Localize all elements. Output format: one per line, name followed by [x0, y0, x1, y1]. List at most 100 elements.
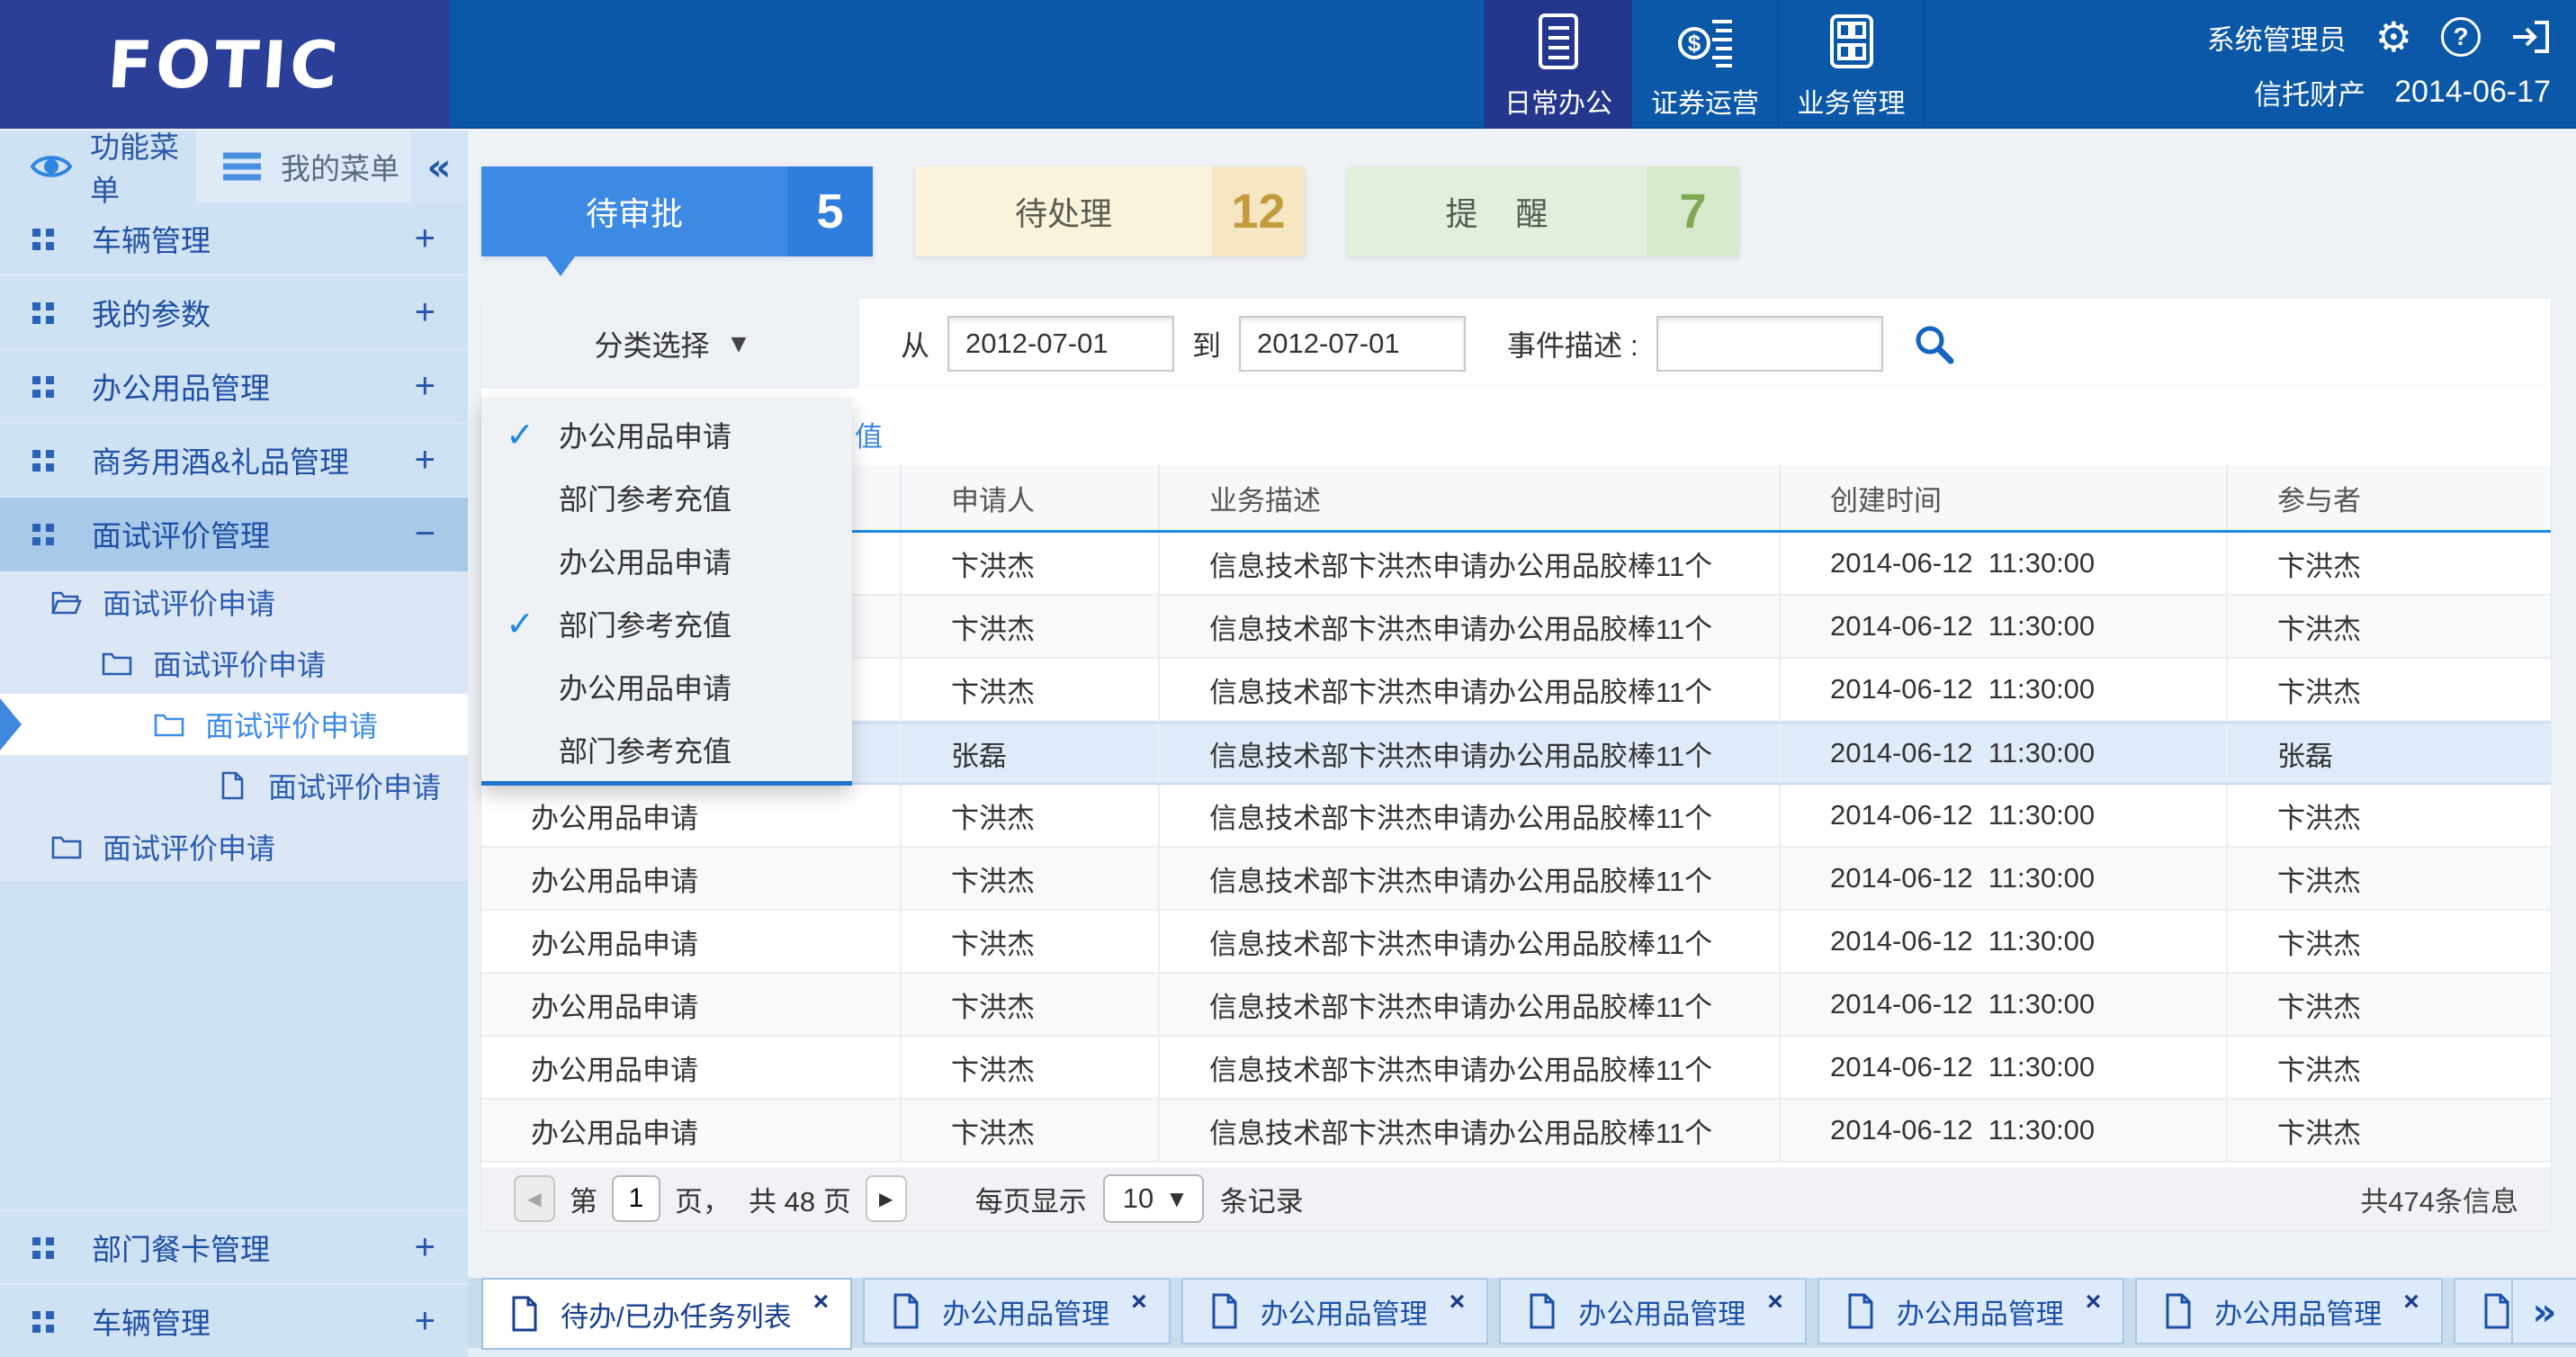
event-desc-input[interactable] — [1656, 316, 1883, 372]
close-icon[interactable]: × — [1450, 1287, 1466, 1317]
dropdown-item[interactable]: ✓ 部门参考充值 — [481, 466, 852, 529]
left-sidebar: 功能菜单 我的菜单 « 车辆管理 + 我的参数 + 办公用品管理 + — [0, 130, 468, 1357]
cell-applicant: 卞洪杰 — [900, 911, 1158, 972]
tree-node-icon — [101, 649, 133, 678]
expand-toggle-icon[interactable]: + — [415, 440, 435, 481]
from-date-input[interactable] — [947, 316, 1174, 372]
close-icon[interactable]: × — [1767, 1287, 1783, 1317]
tree-item[interactable]: 面试评价申请 — [0, 694, 468, 755]
bottom-tab[interactable]: 待办/已办任务列表 × — [481, 1278, 852, 1350]
sidebar-tab-function-menu[interactable]: 功能菜单 — [0, 130, 196, 202]
file-icon — [2164, 1293, 2193, 1329]
dropdown-item-label: 办公用品申请 — [559, 540, 732, 581]
expand-toggle-icon[interactable]: + — [415, 292, 435, 333]
tree-item[interactable]: 面试评价申请 — [0, 571, 468, 633]
table-row[interactable]: 办公用品申请 卞洪杰 信息技术部卞洪杰申请办公用品胶棒11个 2014-06-1… — [481, 1100, 2551, 1163]
dropdown-item[interactable]: ✓ 办公用品申请 — [481, 403, 852, 466]
reminder-card[interactable]: 提 醒 7 — [1347, 166, 1739, 256]
to-date-input[interactable] — [1239, 316, 1466, 372]
dropdown-item[interactable]: ✓ 部门参考充值 — [481, 718, 852, 781]
search-button[interactable] — [1910, 320, 1957, 367]
close-icon[interactable]: × — [2403, 1287, 2419, 1317]
drag-handle-icon — [31, 1236, 54, 1259]
sidebar-tab-my-menu[interactable]: 我的菜单 — [196, 130, 410, 202]
tree-item[interactable]: 面试评价申请 — [0, 816, 468, 877]
sidebar-menu-item[interactable]: 商务用酒&礼品管理 + — [0, 424, 468, 498]
card-label: 提 醒 — [1347, 166, 1647, 256]
table-row[interactable]: 办公用品申请 卞洪杰 信息技术部卞洪杰申请办公用品胶棒11个 2014-06-1… — [481, 974, 2551, 1037]
bottom-tab[interactable]: 办公用品管理 × — [1818, 1278, 2125, 1344]
top-nav-tab[interactable]: $ 日常办公 — [1485, 0, 1631, 129]
file-icon — [1846, 1293, 1875, 1329]
dropdown-item-label: 办公用品申请 — [559, 666, 732, 707]
user-row-top: 系统管理员 ⚙ ? — [2207, 16, 2551, 58]
more-tabs-button[interactable]: » — [2511, 1278, 2576, 1344]
dropdown-item[interactable]: ✓ 部门参考充值 — [481, 592, 852, 655]
cell-created-time: 2014-06-12 11:30:00 — [1779, 659, 2226, 720]
expand-toggle-icon[interactable]: − — [415, 514, 435, 554]
expand-toggle-icon[interactable]: + — [415, 1301, 435, 1342]
tree-item[interactable]: 面试评价申请 — [0, 755, 468, 816]
sidebar-collapse-button[interactable]: « — [410, 130, 468, 202]
top-nav-tab[interactable]: $ 业务管理 — [1778, 0, 1925, 129]
cell-applicant: 卞洪杰 — [900, 659, 1158, 720]
column-header-participant: 参与者 — [2226, 465, 2551, 530]
user-org: 信托财产 — [2254, 72, 2365, 112]
bottom-tab[interactable]: 办公用品管理 × — [1499, 1278, 1807, 1344]
cell-description: 信息技术部卞洪杰申请办公用品胶棒11个 — [1158, 911, 1779, 972]
pending-process-card[interactable]: 待处理 12 — [915, 166, 1305, 256]
sidebar-menu-item[interactable]: 车辆管理 + — [0, 1283, 468, 1357]
bottom-tab-label: 待办/已办任务列表 — [561, 1294, 792, 1335]
event-desc-label: 事件描述 : — [1507, 323, 1638, 364]
card-count: 7 — [1647, 166, 1739, 256]
menu-item-label: 商务用酒&礼品管理 — [92, 438, 415, 481]
close-icon[interactable]: × — [813, 1287, 830, 1317]
current-date: 2014-06-17 — [2394, 75, 2551, 110]
nav-tab-label: 业务管理 — [1798, 81, 1906, 121]
sidebar-tab-label: 我的菜单 — [281, 145, 399, 188]
cell-description: 信息技术部卞洪杰申请办公用品胶棒11个 — [1158, 848, 1779, 909]
bottom-tab[interactable]: 办公用品管理 × — [2135, 1278, 2443, 1344]
logout-icon[interactable] — [2509, 17, 2551, 57]
pending-approval-card[interactable]: 待审批 5 — [481, 166, 873, 256]
bottom-tab[interactable]: 办公用品管理 × — [863, 1278, 1171, 1344]
cell-participant: 张磊 — [2226, 723, 2551, 783]
menu-item-label: 车辆管理 — [92, 1299, 415, 1343]
bottom-tabs: 待办/已办任务列表 × 办公用品管理 × 办公用品管理 × — [481, 1278, 2576, 1350]
sidebar-menu-top: 车辆管理 + 我的参数 + 办公用品管理 + 商务用酒&礼品管理 + 面试评价管… — [0, 202, 468, 571]
page-number-input[interactable] — [612, 1175, 660, 1222]
dropdown-item[interactable]: ✓ 办公用品申请 — [481, 529, 852, 592]
tree-item[interactable]: 面试评价申请 — [0, 633, 468, 694]
nav-tab-label: 证券运营 — [1651, 81, 1759, 121]
sidebar-menu-item[interactable]: 办公用品管理 + — [0, 350, 468, 424]
settings-gear-icon[interactable]: ⚙ — [2375, 16, 2412, 58]
sidebar-tab-label: 功能菜单 — [90, 123, 196, 210]
from-label: 从 — [901, 323, 929, 364]
cell-applicant: 卞洪杰 — [900, 533, 1158, 594]
close-icon[interactable]: × — [1131, 1287, 1147, 1317]
per-page-select[interactable]: 10 ▼ — [1103, 1174, 1204, 1223]
drag-handle-icon — [31, 448, 54, 472]
sidebar-menu-item[interactable]: 面试评价管理 − — [0, 498, 468, 571]
expand-toggle-icon[interactable]: + — [415, 219, 435, 259]
close-icon[interactable]: × — [2086, 1287, 2102, 1317]
sidebar-menu-item[interactable]: 我的参数 + — [0, 276, 468, 350]
sidebar-menu-item[interactable]: 车辆管理 + — [0, 202, 468, 276]
category-select[interactable]: 分类选择 ▼ — [481, 299, 859, 389]
dropdown-item-label: 部门参考充值 — [559, 477, 732, 518]
expand-toggle-icon[interactable]: + — [415, 1227, 435, 1268]
next-page-button[interactable]: ▶ — [866, 1175, 907, 1222]
prev-page-button[interactable]: ◀ — [514, 1175, 555, 1222]
table-row[interactable]: 办公用品申请 卞洪杰 信息技术部卞洪杰申请办公用品胶棒11个 2014-06-1… — [481, 1037, 2551, 1100]
cell-applicant: 卞洪杰 — [900, 848, 1158, 909]
table-row[interactable]: 办公用品申请 卞洪杰 信息技术部卞洪杰申请办公用品胶棒11个 2014-06-1… — [481, 911, 2551, 974]
expand-toggle-icon[interactable]: + — [415, 366, 435, 407]
help-icon[interactable]: ? — [2441, 17, 2481, 57]
dropdown-item[interactable]: ✓ 办公用品申请 — [481, 655, 852, 718]
per-page-value: 10 — [1123, 1182, 1153, 1215]
top-nav-tab[interactable]: $ 证券运营 — [1631, 0, 1778, 129]
table-row[interactable]: 办公用品申请 卞洪杰 信息技术部卞洪杰申请办公用品胶棒11个 2014-06-1… — [481, 848, 2551, 911]
table-row[interactable]: 办公用品申请 卞洪杰 信息技术部卞洪杰申请办公用品胶棒11个 2014-06-1… — [481, 785, 2551, 848]
bottom-tab[interactable]: 办公用品管理 × — [1181, 1278, 1489, 1344]
sidebar-menu-item[interactable]: 部门餐卡管理 + — [0, 1209, 468, 1283]
